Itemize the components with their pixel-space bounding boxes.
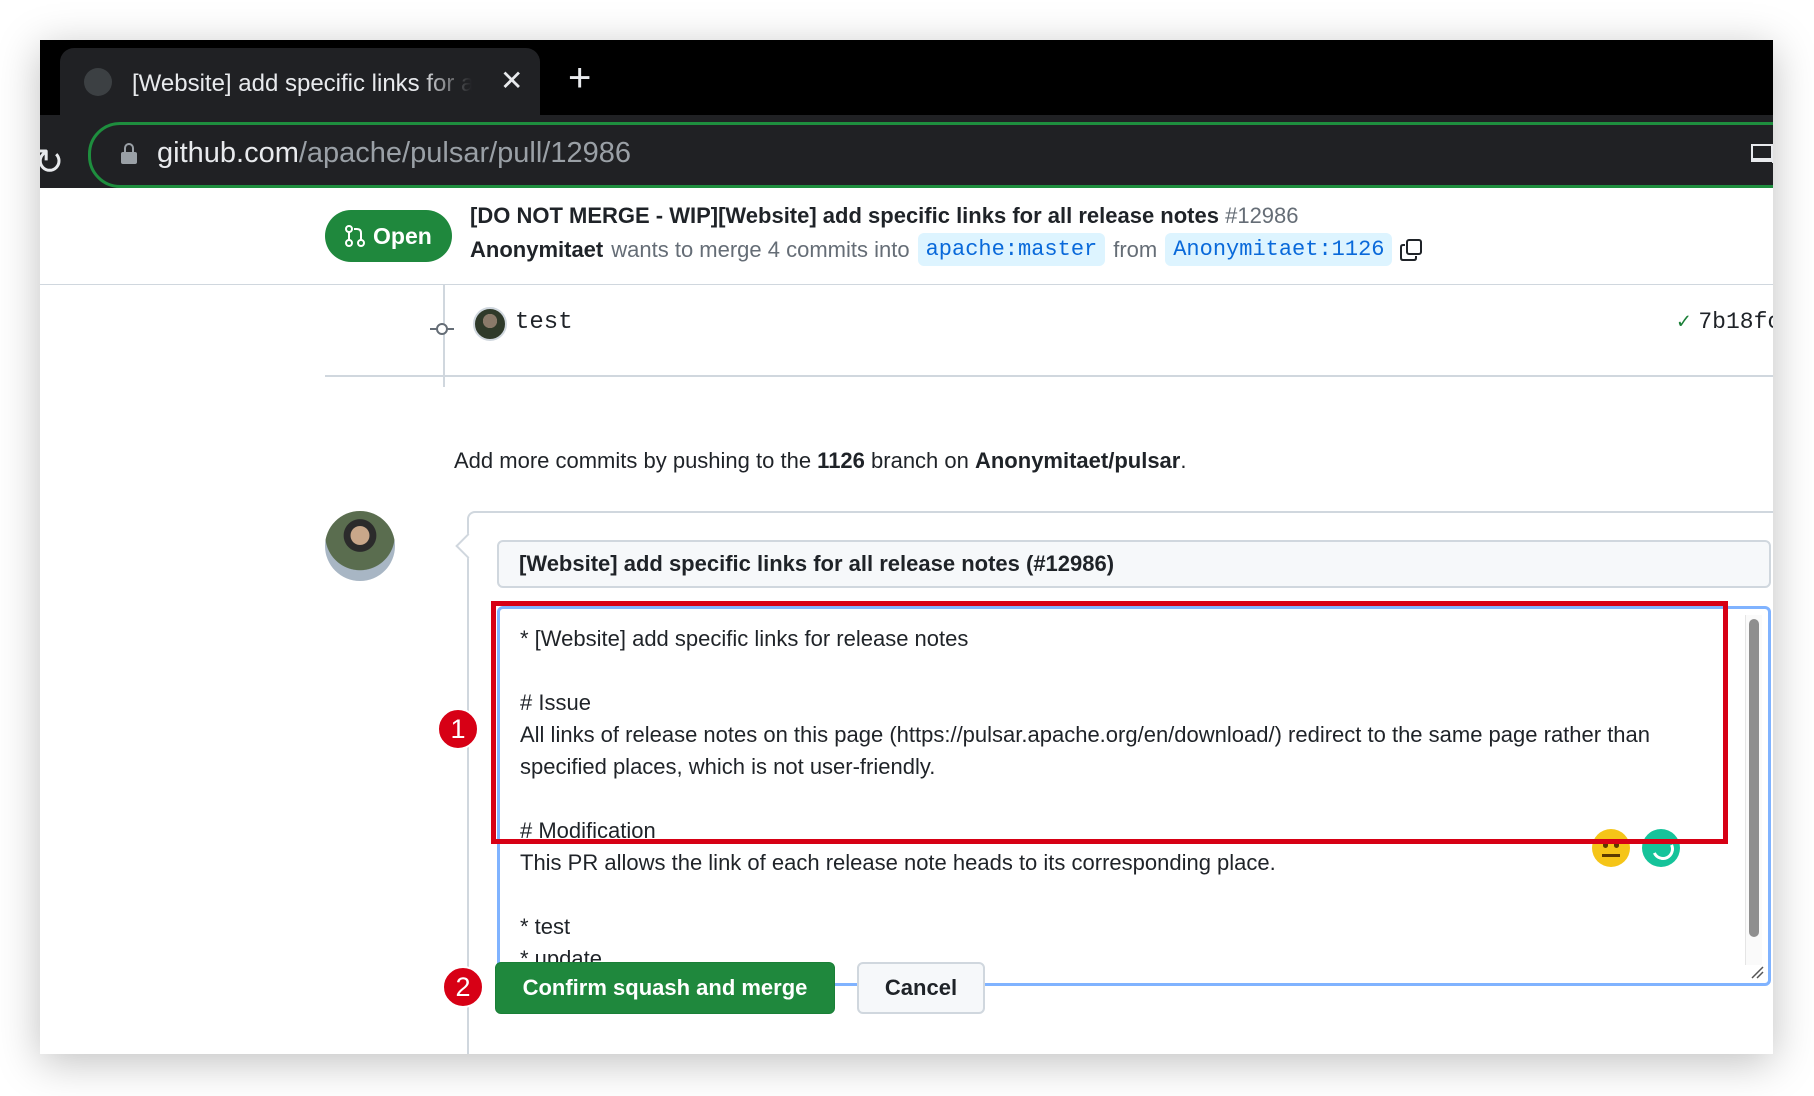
check-icon[interactable]: ✓	[1677, 309, 1690, 335]
new-tab-icon[interactable]: +	[568, 58, 591, 98]
reload-icon[interactable]: ↻	[40, 141, 64, 183]
annotation-marker-1: 1	[437, 708, 479, 750]
pr-meta-text: wants to merge 4 commits into	[611, 236, 910, 262]
url-text: github.com/apache/pulsar/pull/12986	[157, 137, 631, 169]
pr-author-link[interactable]: Anonymitaet	[470, 237, 603, 263]
commit-message-text[interactable]: * [Website] add specific links for relea…	[520, 623, 1750, 975]
github-favicon-icon	[84, 68, 112, 96]
commit-sha: ✓ 7b18fcc	[1677, 309, 1773, 335]
pr-title[interactable]: [DO NOT MERGE - WIP][Website] add specif…	[470, 203, 1219, 228]
pr-state-badge: Open	[325, 210, 452, 262]
tab-title: [Website] add specific links for all rel…	[132, 70, 472, 97]
head-branch-label[interactable]: Anonymitaet:1126	[1165, 233, 1393, 266]
devices-icon[interactable]	[1751, 143, 1773, 165]
github-page: Open [DO NOT MERGE - WIP][Website] add s…	[40, 188, 1773, 1054]
pr-state-label: Open	[373, 222, 432, 249]
branch-name: 1126	[817, 448, 865, 473]
repo-name: Anonymitaet/pulsar	[974, 448, 1181, 473]
cancel-button[interactable]: Cancel	[857, 962, 985, 1014]
commit-message-textarea[interactable]: * [Website] add specific links for relea…	[497, 606, 1771, 986]
base-branch-label[interactable]: apache:master	[917, 233, 1106, 266]
close-tab-icon[interactable]: ✕	[500, 66, 523, 96]
lock-icon[interactable]	[121, 143, 137, 164]
from-text: from	[1113, 236, 1158, 262]
browser-tab[interactable]: [Website] add specific links for all rel…	[60, 48, 540, 115]
textarea-scrollbar[interactable]	[1745, 615, 1762, 965]
user-avatar[interactable]	[325, 511, 395, 581]
copy-icon[interactable]	[1400, 238, 1423, 261]
pr-meta: Anonymitaet wants to merge 4 commits int…	[470, 233, 1423, 266]
git-commit-icon	[430, 323, 454, 335]
resize-handle-icon[interactable]	[1750, 965, 1764, 979]
scrollbar-thumb[interactable]	[1749, 619, 1759, 937]
git-pull-request-icon	[345, 225, 365, 247]
commit-author-avatar[interactable]	[473, 307, 507, 341]
commit-row: test ✓ 7b18fcc	[325, 285, 1773, 377]
browser-window: [Website] add specific links for all rel…	[40, 40, 1773, 1054]
grammarly-icon[interactable]	[1642, 829, 1680, 867]
commit-message-link[interactable]: test	[515, 309, 573, 336]
pr-sticky-header: Open [DO NOT MERGE - WIP][Website] add s…	[40, 188, 1773, 285]
emoji-icon[interactable]	[1592, 829, 1630, 867]
pr-number: #12986	[1225, 203, 1299, 228]
address-bar[interactable]: github.com/apache/pulsar/pull/12986	[88, 122, 1773, 188]
tab-strip: [Website] add specific links for all rel…	[40, 40, 1773, 115]
annotation-marker-2: 2	[442, 966, 484, 1008]
pr-title-line: [DO NOT MERGE - WIP][Website] add specif…	[470, 203, 1299, 229]
add-more-commits-hint: Add more commits by pushing to the 1126 …	[454, 448, 1187, 473]
commit-title-input[interactable]: [Website] add specific links for all rel…	[497, 540, 1771, 588]
commit-sha-link[interactable]: 7b18fcc	[1698, 309, 1773, 335]
confirm-squash-merge-button[interactable]: Confirm squash and merge	[495, 962, 835, 1014]
